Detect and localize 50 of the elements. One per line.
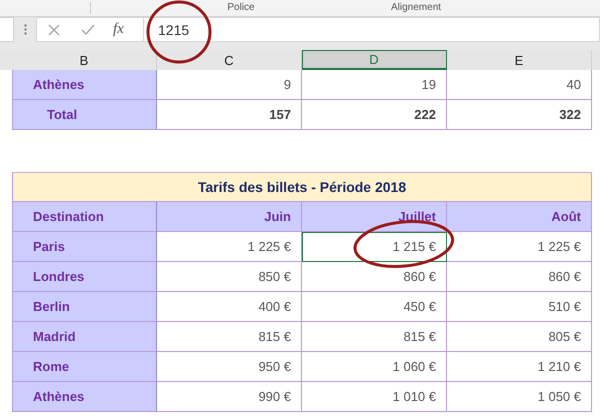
table-cell: 450 € — [302, 292, 447, 322]
row-label: Paris — [12, 232, 157, 262]
function-button[interactable]: fx — [105, 21, 124, 38]
table-cell: 1 215 € — [302, 232, 447, 262]
column-header[interactable]: D — [302, 50, 447, 70]
table-cell: 1 225 € — [447, 232, 592, 262]
annotation-circle — [146, 0, 212, 64]
vertical-dots-icon[interactable] — [24, 24, 26, 35]
table-cell: 322 — [447, 100, 592, 130]
row-label: Athènes — [12, 70, 157, 100]
ribbon-group-label: Alignement — [391, 2, 442, 14]
table-cell: 40 — [447, 70, 592, 100]
table-cell: 157 — [157, 100, 302, 130]
column-header[interactable]: B — [12, 50, 157, 70]
table-cell: 19 — [302, 70, 447, 100]
ribbon-group-label: Police — [90, 2, 391, 14]
table-cell: 850 € — [157, 262, 302, 292]
close-icon[interactable] — [48, 24, 60, 36]
table-cell: 510 € — [447, 292, 592, 322]
table-cell: 1 010 € — [302, 382, 447, 412]
column-header[interactable]: E — [447, 50, 592, 70]
column-header[interactable]: C — [157, 50, 302, 70]
column-header: Août — [447, 202, 592, 232]
table-cell: 805 € — [447, 322, 592, 352]
table-title: Tarifs des billets - Période 2018 — [12, 172, 592, 202]
row-label: Rome — [12, 352, 157, 382]
table-cell: 1 050 € — [447, 382, 592, 412]
table-cell: 9 — [157, 70, 302, 100]
table-cell: 1 225 € — [157, 232, 302, 262]
table-cell: 1 210 € — [447, 352, 592, 382]
table-cell: 1 060 € — [302, 352, 447, 382]
row-label: Total — [12, 100, 157, 130]
table-cell: 990 € — [157, 382, 302, 412]
table-cell: 860 € — [447, 262, 592, 292]
column-header: Juillet — [302, 202, 447, 232]
column-header: Destination — [12, 202, 157, 232]
column-header: Juin — [157, 202, 302, 232]
table-cell: 815 € — [302, 322, 447, 352]
row-label: Madrid — [12, 322, 157, 352]
table-cell: 815 € — [157, 322, 302, 352]
row-label: Athènes — [12, 382, 157, 412]
formula-input[interactable]: 1215 — [144, 17, 600, 42]
row-label: Londres — [12, 262, 157, 292]
checkmark-icon[interactable] — [81, 24, 95, 36]
table-cell: 222 — [302, 100, 447, 130]
name-box[interactable] — [0, 17, 14, 42]
table-cell: 860 € — [302, 262, 447, 292]
row-label: Berlin — [12, 292, 157, 322]
table-cell: 400 € — [157, 292, 302, 322]
table-cell: 950 € — [157, 352, 302, 382]
